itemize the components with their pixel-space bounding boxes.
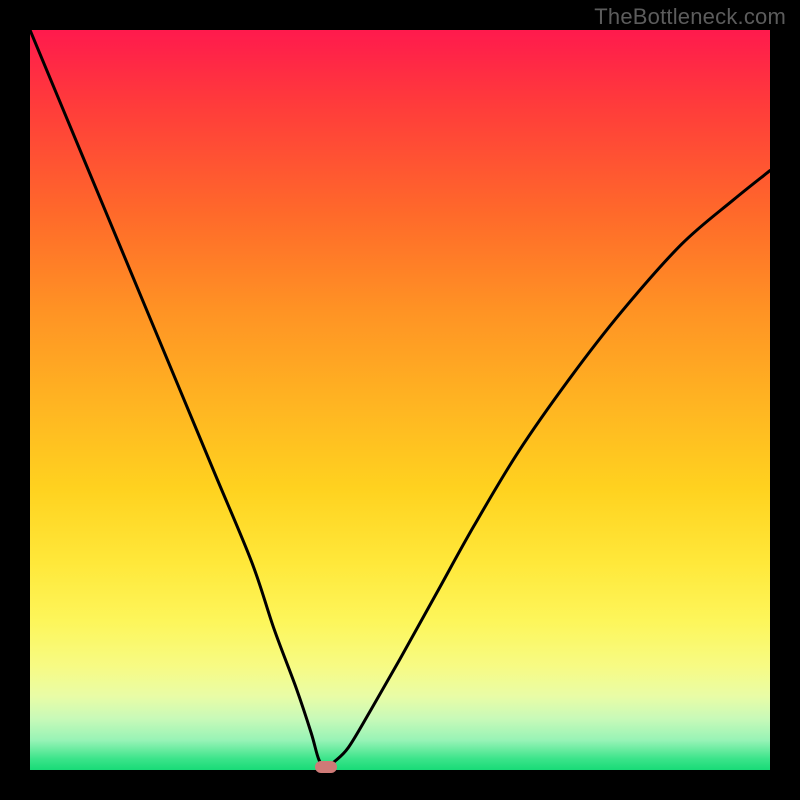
anchor-marker <box>315 761 337 773</box>
curve-path <box>30 30 770 770</box>
watermark-text: TheBottleneck.com <box>594 4 786 30</box>
chart-plot-area <box>30 30 770 770</box>
chart-svg <box>30 30 770 770</box>
chart-frame: TheBottleneck.com <box>0 0 800 800</box>
